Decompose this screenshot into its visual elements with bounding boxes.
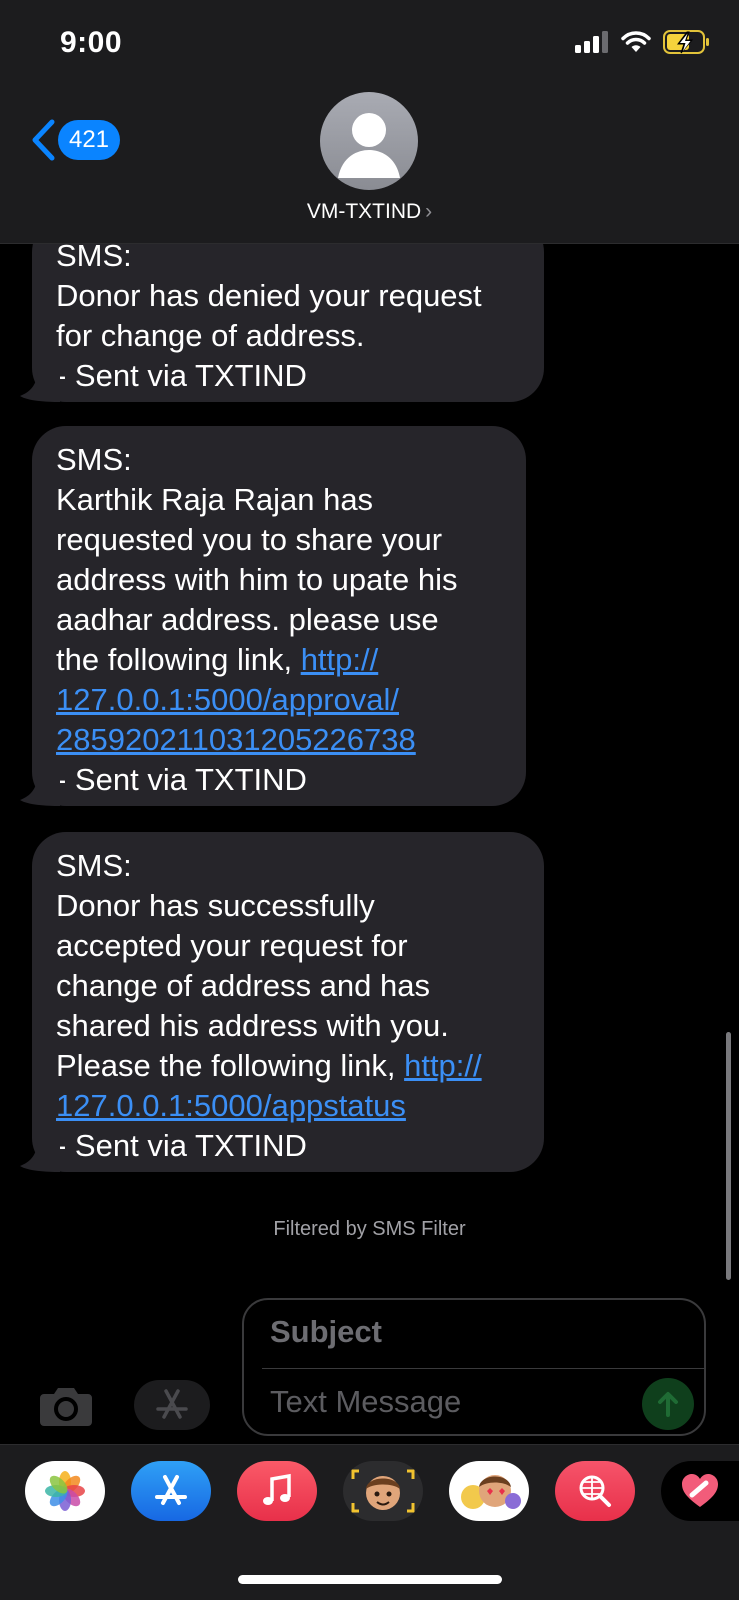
message-header: SMS: — [56, 244, 132, 273]
unread-count-badge: 421 — [58, 120, 120, 160]
message-line: aadhar address. please use — [56, 602, 439, 637]
contact-avatar[interactable] — [320, 92, 418, 190]
message-line: for change of address. — [56, 318, 365, 353]
camera-button[interactable] — [38, 1384, 94, 1428]
appstatus-link[interactable]: http:// — [404, 1048, 482, 1083]
approval-link[interactable]: 127.0.0.1:5000/approval/ — [56, 682, 399, 717]
message-footer: - Sent via TXTIND — [56, 1128, 307, 1163]
subject-field[interactable]: Subject — [270, 1314, 382, 1350]
input-divider — [262, 1368, 704, 1369]
heart-icon — [682, 1474, 718, 1507]
memoji-icon — [351, 1469, 415, 1513]
photos-app-button[interactable] — [25, 1461, 105, 1521]
person-icon — [338, 113, 400, 178]
battery-charging-icon — [663, 30, 709, 54]
back-button[interactable]: 421 — [30, 118, 120, 162]
memoji-stickers-app-button[interactable] — [449, 1461, 529, 1521]
app-store-button[interactable] — [134, 1380, 210, 1430]
message-line: change of address and has — [56, 968, 430, 1003]
arrow-up-icon — [658, 1392, 678, 1417]
link-prefix: the following link, — [56, 642, 301, 677]
text-message-field[interactable]: Text Message — [270, 1384, 461, 1420]
message-line: requested you to share your — [56, 522, 443, 557]
message-bubble[interactable]: SMS: Donor has successfully accepted you… — [20, 832, 544, 1172]
link-prefix: Please the following link, — [56, 1048, 405, 1083]
status-icons — [575, 30, 711, 54]
approval-link[interactable]: 28592021103120522673​8 — [56, 722, 416, 757]
globe-search-icon — [579, 1475, 611, 1507]
music-note-icon — [263, 1473, 291, 1505]
sms-filter-note: Filtered by SMS Filter — [273, 1218, 466, 1240]
message-header: SMS: — [56, 442, 132, 477]
status-time: 9:00 — [60, 26, 123, 59]
chevron-left-icon — [32, 119, 55, 161]
bubble-tail — [20, 776, 60, 806]
message-input-box[interactable]: Subject Text Message — [242, 1298, 706, 1436]
appstatus-link[interactable]: 127.0.0.1:5000/appstatus — [56, 1088, 406, 1123]
message-bubble[interactable]: SMS: Donor has denied your request for c… — [20, 244, 544, 402]
message-footer: - Sent via TXTIND — [56, 762, 307, 797]
message-line: 127.0.0.1:5000/approval/ — [56, 680, 502, 720]
imessage-app-drawer — [0, 1444, 739, 1600]
photos-icon — [45, 1471, 85, 1511]
message-line: Please the following link, http:// — [56, 1046, 520, 1086]
compose-bar: Subject Text Message — [0, 1294, 739, 1442]
memoji-stickers-icon — [461, 1475, 521, 1509]
search-images-app-button[interactable] — [555, 1461, 635, 1521]
message-line: Donor has successfully — [56, 888, 375, 923]
navigation-header: 9:00 421 VM-TXTIND › — [0, 0, 739, 244]
scrollbar[interactable] — [726, 1032, 731, 1280]
message-line: 28592021103120522673​8 — [56, 720, 502, 760]
music-app-button[interactable] — [237, 1461, 317, 1521]
message-line: the following link, http:// — [56, 640, 502, 680]
message-line: accepted your request for — [56, 928, 408, 963]
message-line: Donor has denied your request — [56, 278, 482, 313]
home-indicator[interactable] — [238, 1575, 502, 1584]
approval-link[interactable]: http:// — [301, 642, 379, 677]
app-store-app-button[interactable] — [131, 1461, 211, 1521]
bubble-tail — [20, 1142, 60, 1172]
digital-touch-app-button[interactable] — [661, 1461, 739, 1521]
send-button[interactable] — [642, 1378, 694, 1430]
bubble-tail — [20, 372, 60, 402]
message-footer: - Sent via TXTIND — [56, 358, 307, 393]
contact-name: VM-TXTIND — [306, 200, 422, 223]
message-bubble[interactable]: SMS: Karthik Raja Rajan has requested yo… — [20, 426, 526, 806]
message-line: Karthik Raja Rajan has — [56, 482, 374, 517]
memoji-app-button[interactable] — [343, 1461, 423, 1521]
message-line: 127.0.0.1:5000/appstatus — [56, 1086, 520, 1126]
message-line: address with him to upate his — [56, 562, 458, 597]
cellular-signal-icon — [575, 31, 608, 53]
chevron-right-icon: › — [425, 200, 433, 223]
app-store-icon — [155, 1475, 187, 1505]
message-line: shared his address with you. — [56, 1008, 449, 1043]
app-store-icon — [156, 1389, 188, 1419]
contact-name-button[interactable]: VM-TXTIND › — [0, 200, 739, 224]
wifi-icon — [621, 31, 651, 52]
message-header: SMS: — [56, 848, 132, 883]
camera-icon — [40, 1388, 92, 1426]
message-thread[interactable]: SMS: Donor has denied your request for c… — [0, 244, 739, 1294]
